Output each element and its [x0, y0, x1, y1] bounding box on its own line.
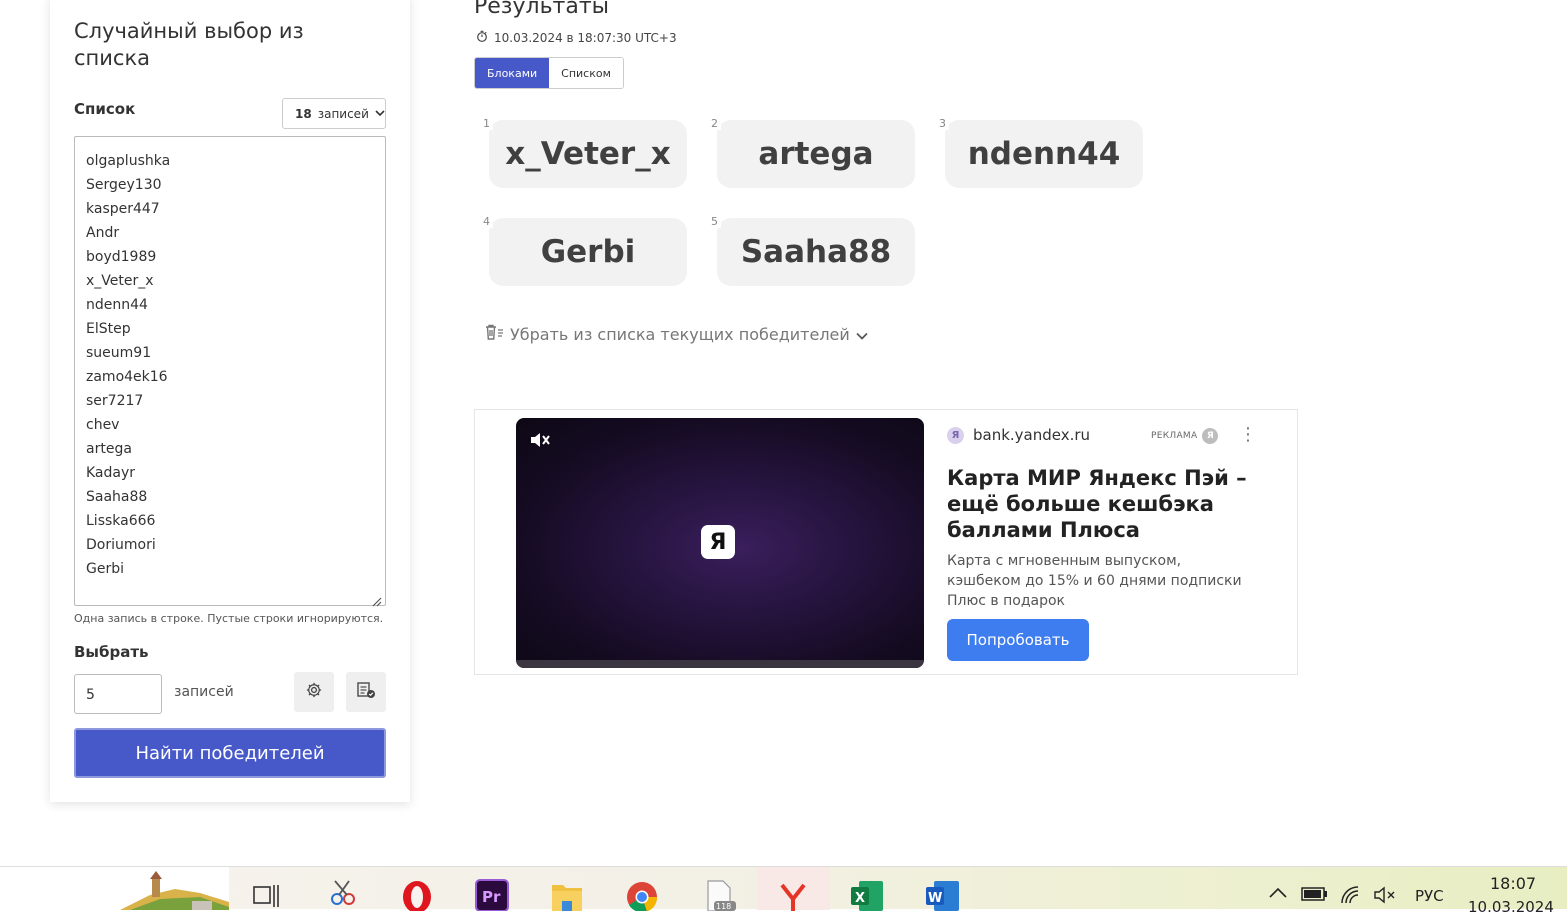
- winners-count-input[interactable]: 5: [74, 674, 162, 714]
- list-check-icon: [356, 681, 376, 703]
- winner-number: 3: [936, 118, 949, 130]
- trash-list-icon: [484, 323, 504, 345]
- winners-count-unit: записей: [174, 684, 234, 700]
- yandex-browser-icon[interactable]: [776, 877, 810, 911]
- view-toggle: Блоками Списком: [474, 57, 624, 89]
- results-title: Результаты: [474, 0, 610, 19]
- ad-body: Карта с мгновенным выпуском, кэшбеком до…: [947, 553, 1242, 609]
- taskbar: Pr 118 X W РУС 18:07 10.03.2024: [0, 866, 1567, 916]
- clock-time[interactable]: 18:07: [1490, 874, 1536, 893]
- excel-icon[interactable]: X: [850, 877, 884, 911]
- chrome-icon[interactable]: [625, 877, 659, 913]
- premiere-pro-icon[interactable]: Pr: [475, 877, 509, 912]
- ad-try-button[interactable]: Попробовать: [947, 619, 1089, 661]
- pick-label: Выбрать: [74, 643, 149, 661]
- list-entry: x_Veter_x: [86, 273, 154, 289]
- winner-number: 2: [708, 118, 721, 130]
- task-view-icon[interactable]: [250, 877, 284, 911]
- list-entry: sueum91: [86, 345, 152, 361]
- list-entry: Gerbi: [86, 561, 124, 577]
- desktop-preview: [0, 867, 229, 910]
- snipping-tool-icon[interactable]: [325, 877, 359, 911]
- yandex-badge-icon: Я: [1202, 428, 1219, 444]
- remove-winners-link[interactable]: Убрать из списка текущих победителей: [484, 323, 868, 345]
- gear-icon: [305, 681, 323, 703]
- ad-label: РЕКЛАМА Я: [1151, 428, 1219, 444]
- ad-domain[interactable]: Я bank.yandex.ru: [947, 426, 1090, 444]
- file-explorer-icon[interactable]: [550, 877, 584, 911]
- ad-label-text: РЕКЛАМА: [1151, 431, 1198, 441]
- file-count-badge: 118: [716, 902, 732, 911]
- list-entry: Kadayr: [86, 465, 136, 481]
- clock-date[interactable]: 10.03.2024: [1468, 898, 1554, 916]
- show-hidden-icons-icon[interactable]: [1268, 885, 1288, 903]
- ad-block[interactable]: Я Я bank.yandex.ru РЕКЛАМА Я ⋮ Карта МИР…: [474, 409, 1298, 675]
- generator-panel: Случайный выбор из списка Список 18 запи…: [50, 0, 410, 802]
- svg-text:Pr: Pr: [482, 888, 501, 906]
- entries-count-word: записей: [317, 106, 369, 121]
- yandex-circle-icon: Я: [947, 426, 964, 444]
- view-list-button[interactable]: Списком: [549, 58, 623, 88]
- list-entry: artega: [86, 441, 132, 457]
- svg-text:W: W: [928, 891, 942, 906]
- list-entry: chev: [86, 417, 120, 433]
- list-entry: Doriumori: [86, 537, 156, 553]
- list-entry: zamo4ek16: [86, 369, 168, 385]
- more-options-icon[interactable]: ⋮: [1239, 426, 1257, 444]
- ad-domain-text: bank.yandex.ru: [973, 426, 1091, 444]
- ad-headline[interactable]: Карта МИР Яндекс Пэй – ещё больше кешбэк…: [947, 465, 1277, 543]
- results-timestamp: 10.03.2024 в 18:07:30 UTC+3: [476, 30, 677, 45]
- svg-text:X: X: [855, 891, 865, 906]
- entries-count-dropdown[interactable]: 18 записей: [282, 98, 386, 129]
- list-entry: ElStep: [86, 321, 131, 337]
- list-entry: boyd1989: [86, 249, 157, 265]
- winner-card: Gerbi: [489, 218, 687, 286]
- stopwatch-icon: [476, 30, 488, 45]
- chevron-down-icon: [375, 107, 385, 120]
- list-entry: ndenn44: [86, 297, 148, 313]
- wifi-icon[interactable]: [1340, 885, 1362, 909]
- list-entry: Saaha88: [86, 489, 148, 505]
- winner-number: 1: [480, 118, 493, 130]
- mute-icon[interactable]: [528, 430, 552, 454]
- winner-card: artega: [717, 120, 915, 188]
- list-label: Список: [74, 100, 136, 118]
- word-icon[interactable]: W: [925, 877, 959, 911]
- winner-card: x_Veter_x: [489, 120, 687, 188]
- entries-hint: Одна запись в строке. Пустые строки игно…: [74, 612, 384, 625]
- find-winners-button[interactable]: Найти победителей: [74, 728, 386, 778]
- yandex-logo: Я: [701, 525, 735, 559]
- winner-card: ndenn44: [945, 120, 1143, 188]
- battery-icon[interactable]: [1300, 885, 1328, 907]
- volume-muted-icon[interactable]: [1373, 885, 1397, 909]
- settings-button[interactable]: [294, 672, 334, 712]
- remove-winners-label: Убрать из списка текущих победителей: [510, 324, 850, 344]
- list-entry: ser7217: [86, 393, 144, 409]
- winner-number: 5: [708, 216, 721, 228]
- ad-video[interactable]: Я: [516, 418, 924, 668]
- winner-number: 4: [480, 216, 493, 228]
- entries-textarea[interactable]: olgaplushka Sergey130 kasper447 Andr boy…: [74, 136, 386, 607]
- chevron-down-icon: [856, 325, 868, 344]
- opera-icon[interactable]: [400, 877, 434, 913]
- entries-count-number: 18: [295, 106, 312, 121]
- list-check-button[interactable]: [346, 672, 386, 712]
- video-progress-bar[interactable]: [516, 660, 924, 668]
- view-blocks-button[interactable]: Блоками: [475, 58, 550, 88]
- list-entry: kasper447: [86, 201, 160, 217]
- resize-handle-icon[interactable]: [372, 592, 382, 607]
- panel-title: Случайный выбор из списка: [74, 19, 304, 70]
- language-indicator[interactable]: РУС: [1415, 887, 1444, 905]
- timestamp-text: 10.03.2024 в 18:07:30 UTC+3: [494, 30, 677, 45]
- list-entry: Lisska666: [86, 513, 156, 529]
- list-entry: olgaplushka: [86, 153, 171, 169]
- winner-card: Saaha88: [717, 218, 915, 286]
- list-entry: Andr: [86, 225, 120, 241]
- list-entry: Sergey130: [86, 177, 162, 193]
